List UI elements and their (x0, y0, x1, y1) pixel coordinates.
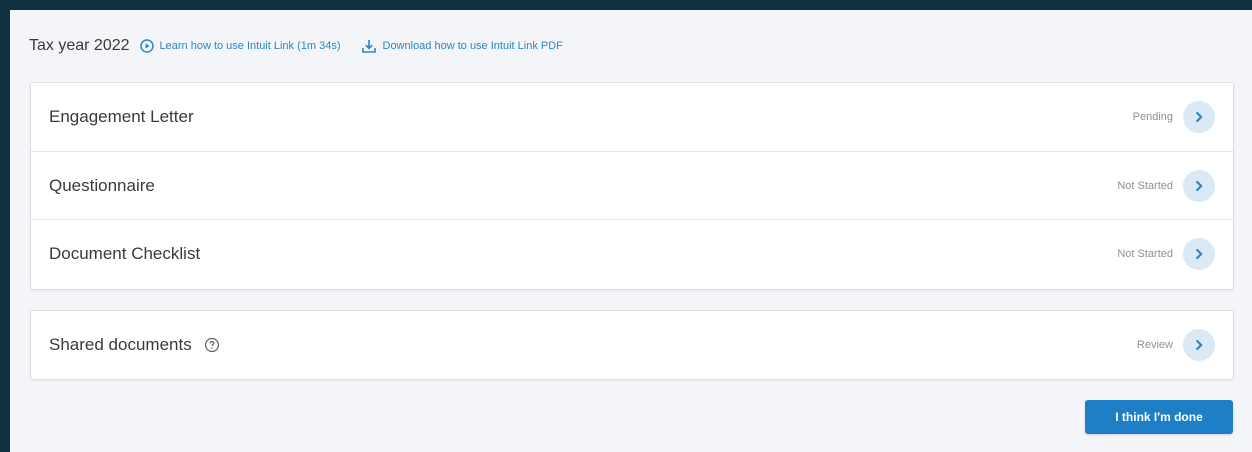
download-pdf-link[interactable]: Download how to use Intuit Link PDF (361, 38, 563, 54)
download-link-text: Download how to use Intuit Link PDF (382, 40, 563, 52)
task-row-engagement-letter[interactable]: Engagement Letter Pending (31, 83, 1233, 151)
task-label: Questionnaire (49, 175, 155, 195)
chevron-right-icon[interactable] (1183, 169, 1215, 202)
task-row-right: Not Started (1117, 237, 1215, 270)
shared-documents-row[interactable]: Shared documents Review (31, 311, 1233, 379)
shared-documents-label-wrap: Shared documents (49, 335, 220, 355)
shared-documents-card: Shared documents Review (30, 310, 1234, 380)
status-text: Pending (1132, 111, 1173, 123)
status-text: Not Started (1117, 179, 1173, 192)
task-list: Engagement Letter Pending Questionnaire … (30, 82, 1234, 290)
chevron-right-icon[interactable] (1183, 237, 1215, 270)
task-label: Engagement Letter (49, 107, 194, 126)
learn-link-text: Learn how to use Intuit Link (1m 34s) (159, 40, 341, 52)
chevron-right-icon[interactable] (1183, 101, 1215, 133)
status-text: Not Started (1117, 247, 1173, 260)
task-row-right: Not Started (1117, 169, 1215, 202)
shared-row-right: Review (1137, 329, 1215, 361)
tax-year-label: Tax year 2022 (29, 37, 130, 54)
status-text: Review (1136, 339, 1173, 351)
learn-video-link[interactable]: Learn how to use Intuit Link (1m 34s) (139, 39, 341, 53)
main-panel: Tax year 2022 Learn how to use Intuit Li… (10, 10, 1252, 452)
page-header: Tax year 2022 Learn how to use Intuit Li… (29, 34, 563, 58)
chevron-right-icon[interactable] (1183, 329, 1215, 361)
shared-documents-label: Shared documents (49, 335, 192, 354)
task-row-questionnaire[interactable]: Questionnaire Not Started (31, 151, 1233, 219)
download-icon (361, 40, 376, 53)
task-label: Document Checklist (49, 243, 201, 263)
task-row-right: Pending (1133, 101, 1215, 133)
task-row-document-checklist[interactable]: Document Checklist Not Started (31, 219, 1233, 287)
help-circle-icon[interactable] (204, 337, 220, 353)
play-circle-icon (139, 39, 154, 53)
done-button[interactable]: I think I'm done (1085, 400, 1233, 434)
